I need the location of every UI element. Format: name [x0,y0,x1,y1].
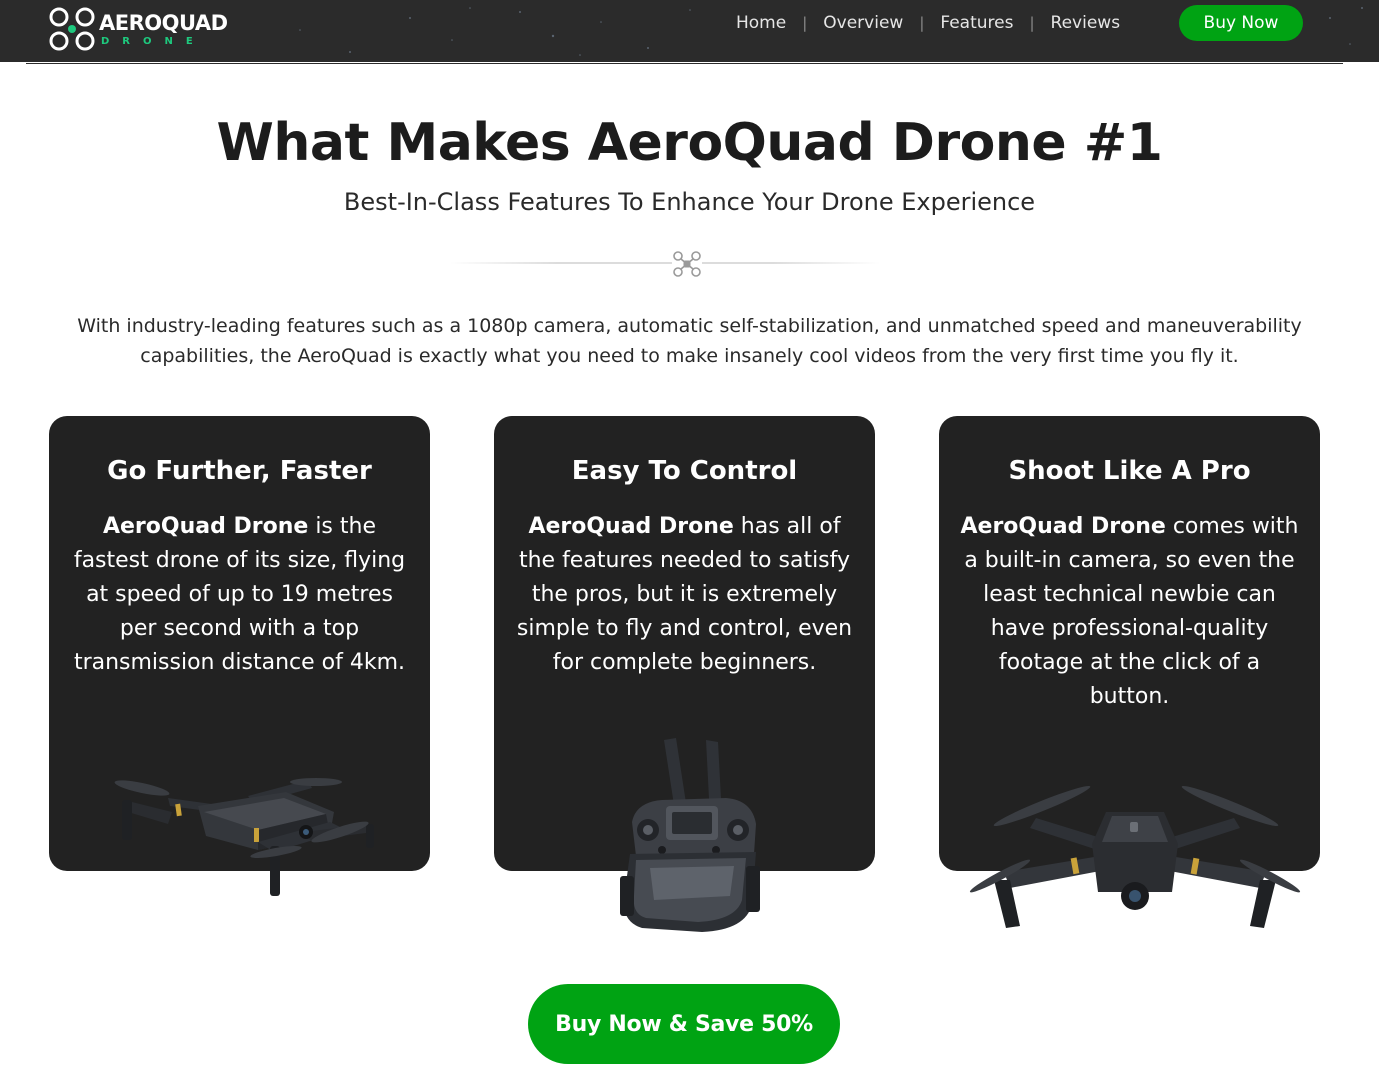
feature-card-text: AeroQuad Drone is the fastest drone of i… [73,514,406,675]
logo-drone-icon [49,7,95,51]
feature-card-title: Shoot Like A Pro [1008,456,1251,486]
brand-name: AeroQuad Drone [960,514,1166,539]
nav-reviews[interactable]: Reviews [1051,13,1121,33]
nav-separator: | [919,14,925,32]
logo[interactable]: AEROQUAD DRONE [48,6,228,52]
nav-overview[interactable]: Overview [823,13,903,33]
nav-separator: | [1029,14,1035,32]
main-nav: Home | Overview | Features | Reviews [720,0,1120,46]
site-header: AEROQUAD DRONE Home | Overview | Feature… [0,0,1379,62]
page-subtitle: Best-In-Class Features To Enhance Your D… [343,188,1036,216]
drone-icon [672,250,702,278]
feature-card-text: AeroQuad Drone has all of the features n… [516,514,853,675]
page-title: What Makes AeroQuad Drone #1 [216,113,1163,173]
feature-card-title: Go Further, Faster [107,456,372,486]
feature-card-text: AeroQuad Drone comes with a built-in cam… [960,514,1299,709]
header-divider [26,63,1343,64]
brand-name: AeroQuad Drone [528,514,734,539]
intro-paragraph: With industry-leading features such as a… [77,315,1302,367]
feature-card-title: Easy To Control [571,456,798,486]
nav-features[interactable]: Features [940,13,1013,33]
drone-front-image [969,785,1301,928]
folded-drone-image [114,778,374,896]
section-divider [450,262,880,264]
nav-home[interactable]: Home [736,13,786,33]
logo-subtext: DRONE [101,36,206,47]
nav-separator: | [802,14,808,32]
brand-name: AeroQuad Drone [102,514,309,539]
header-buy-now-button[interactable]: Buy Now [1179,5,1303,41]
logo-wordmark: AEROQUAD [99,11,228,35]
remote-controller-image [620,738,760,932]
buy-now-save-button[interactable]: Buy Now & Save 50% [528,984,840,1064]
